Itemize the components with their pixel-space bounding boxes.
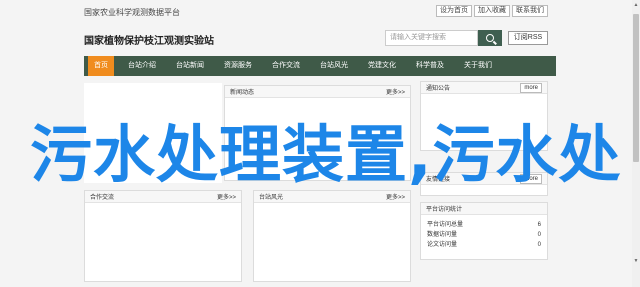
top-links: 设为首页 加入收藏 联系我们 bbox=[436, 5, 548, 17]
news-panel-header: 新闻动态 更多>> bbox=[225, 86, 410, 98]
platform-title: 国家农业科学观测数据平台 bbox=[84, 8, 180, 17]
overlay-heading: 污水处理装置,污水处 bbox=[30, 118, 622, 191]
stats-row: 论文访问量 0 bbox=[427, 240, 541, 250]
add-favorite-link[interactable]: 加入收藏 bbox=[474, 5, 510, 17]
main-nav: 首页 台站介绍 台站新闻 资源服务 合作交流 台站风光 党建文化 科学普及 关于… bbox=[84, 56, 556, 76]
nav-item-scenery[interactable]: 台站风光 bbox=[310, 56, 358, 76]
search-button[interactable] bbox=[478, 30, 502, 46]
stats-panel: 平台访问统计 平台访问总量 6 数据访问量 0 论文访问量 0 bbox=[420, 202, 548, 260]
stats-list: 平台访问总量 6 数据访问量 0 论文访问量 0 bbox=[421, 215, 547, 255]
scroll-up-icon[interactable]: ▲ bbox=[633, 2, 639, 8]
stats-value: 0 bbox=[537, 242, 541, 248]
stats-panel-title: 平台访问统计 bbox=[426, 207, 463, 213]
top-bar: 国家农业科学观测数据平台 设为首页 加入收藏 联系我们 bbox=[0, 0, 640, 22]
site-header: 国家植物保护枝江观测实验站 请输入关键字搜索 订阅RSS bbox=[0, 22, 640, 56]
contact-link[interactable]: 联系我们 bbox=[512, 5, 548, 17]
stats-row: 数据访问量 0 bbox=[427, 230, 541, 240]
stats-value: 0 bbox=[537, 232, 541, 238]
stats-label: 论文访问量 bbox=[427, 242, 458, 248]
nav-item-science[interactable]: 科学普及 bbox=[406, 56, 454, 76]
subscribe-button[interactable]: 订阅RSS bbox=[508, 31, 548, 45]
news-more-link[interactable]: 更多>> bbox=[386, 87, 405, 96]
scroll-down-icon[interactable]: ▼ bbox=[633, 258, 639, 264]
notice-panel-title: 通知公告 bbox=[426, 86, 451, 92]
search-input[interactable]: 请输入关键字搜索 bbox=[385, 30, 478, 46]
nav-item-about[interactable]: 关于我们 bbox=[454, 56, 502, 76]
notice-panel-header: 通知公告 more bbox=[421, 82, 547, 94]
set-homepage-link[interactable]: 设为首页 bbox=[436, 5, 472, 17]
nav-item-intro[interactable]: 台站介绍 bbox=[118, 56, 166, 76]
news-panel-title: 新闻动态 bbox=[230, 90, 255, 96]
nav-item-news[interactable]: 台站新闻 bbox=[166, 56, 214, 76]
nav-item-resources[interactable]: 资源服务 bbox=[214, 56, 262, 76]
scenery-panel: 台站风光 更多>> bbox=[253, 190, 411, 282]
nav-item-home[interactable]: 首页 bbox=[88, 56, 114, 76]
scrollbar-thumb[interactable] bbox=[633, 14, 639, 162]
site-title: 国家植物保护枝江观测实验站 bbox=[84, 36, 214, 47]
stats-row: 平台访问总量 6 bbox=[427, 220, 541, 230]
cooperation-panel: 合作交流 更多>> bbox=[84, 190, 242, 282]
page-scrollbar[interactable]: ▲ ▼ bbox=[632, 0, 640, 287]
notice-more-button[interactable]: more bbox=[520, 82, 542, 93]
stats-panel-header: 平台访问统计 bbox=[421, 203, 547, 215]
stats-label: 平台访问总量 bbox=[427, 222, 464, 228]
nav-item-cooperation[interactable]: 合作交流 bbox=[262, 56, 310, 76]
stats-label: 数据访问量 bbox=[427, 232, 458, 238]
nav-item-party[interactable]: 党建文化 bbox=[358, 56, 406, 76]
search-icon bbox=[486, 34, 494, 42]
stats-value: 6 bbox=[537, 222, 541, 228]
